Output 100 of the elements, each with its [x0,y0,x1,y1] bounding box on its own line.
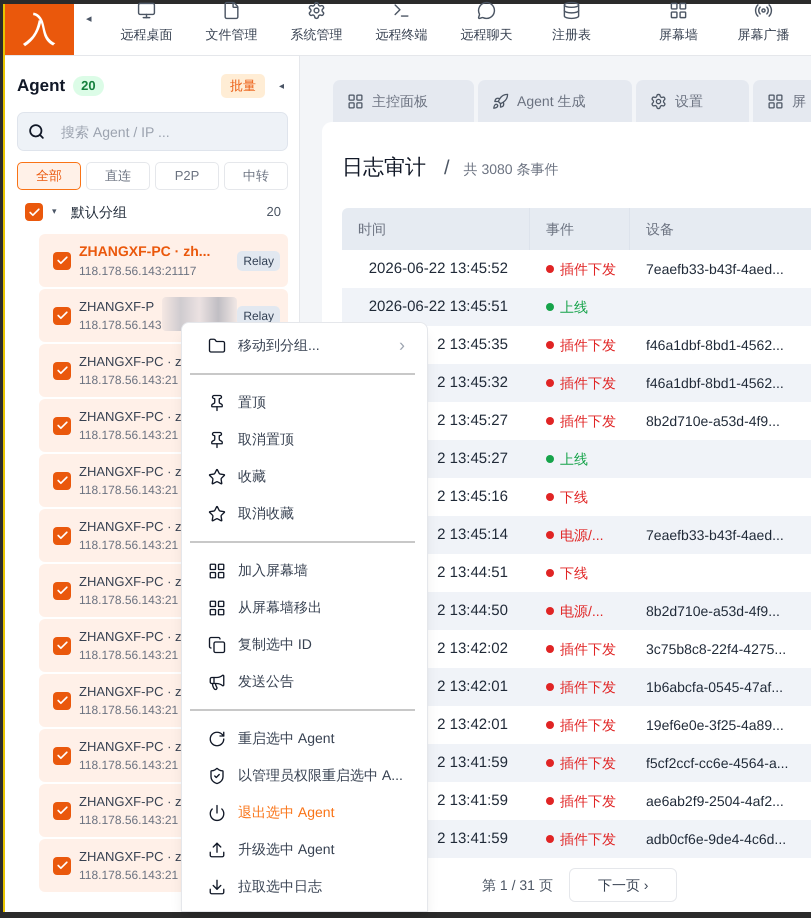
caret-icon[interactable]: ▾ [52,205,57,219]
agent-name: ZHANGXF-PC · z [79,738,182,756]
time-cell-text: 2 13:42:02 [437,638,508,659]
checkbox[interactable] [53,746,71,764]
time-cell-text: 2 13:42:01 [437,714,508,735]
checkbox[interactable] [53,472,71,490]
pin-icon [208,394,226,412]
time-cell-text: 2 13:44:51 [437,562,508,583]
grid-icon [208,562,226,580]
event-cell-text: 上线 [560,298,588,316]
device-cell: 7eaefb33-b43f-4aed... [646,260,784,276]
page-title: 日志审计 [342,155,426,181]
search-icon [28,123,45,140]
checkbox[interactable] [25,203,43,221]
event-cell-text: 插件下发 [560,792,616,810]
agent-name: ZHANGXF-PC · z [79,848,182,866]
event-cell-text: 插件下发 [560,716,616,734]
event-cell-text: 插件下发 [560,260,616,278]
agent-name: ZHANGXF-P [79,298,156,316]
next-page-button[interactable]: 下一页 › [568,868,678,902]
grid-icon [669,1,688,20]
device-cell: 8b2d710e-a53d-4f9... [646,602,780,618]
checkbox[interactable] [53,692,71,710]
grid-icon [347,92,364,110]
connection-badge: Relay [237,250,280,270]
nav-item[interactable]: 远程桌面 [104,4,189,55]
checkmark-icon [56,364,68,377]
checkbox[interactable] [53,582,71,600]
checkmark-icon [56,639,68,652]
time-cell-text: 2026-06-22 13:45:52 [368,258,508,279]
checkmark-icon [56,474,68,487]
agent-address: 118.178.56.143 [79,317,162,334]
checkbox[interactable] [53,362,71,380]
nav-item[interactable]: 屏幕墙 [636,4,721,55]
device-cell: 19ef6e0e-3f25-4a89... [646,716,784,732]
checkmark-icon [56,804,68,817]
time-cell-text: 2 13:45:32 [437,372,508,393]
checkbox[interactable] [53,416,71,434]
collapse-button[interactable]: ◂ [74,4,104,55]
checkmark-icon [56,419,68,432]
checkbox[interactable] [53,802,71,820]
device-cell: 7eaefb33-b43f-4aed... [646,526,784,542]
file-icon [222,1,241,20]
agent-name: ZHANGXF-PC · z [79,462,182,481]
filter-tab[interactable]: 中转 [224,162,288,190]
nav-item[interactable]: 系统管理 [274,4,359,55]
agent-row[interactable]: ZHANGXF-PC · zh... 118.178.56.143:21117 Relay [39,234,288,287]
grid-icon [208,598,226,616]
settings-icon [307,1,326,20]
download-icon [208,878,226,896]
group-count: 20 [266,203,281,222]
event-cell-text: 插件下发 [560,336,616,354]
agent-address: 118.178.56.143:21 [79,867,180,884]
agent-name: ZHANGXF-PC · z [79,352,182,371]
sidebar-title: Agent [17,75,66,98]
agent-name: ZHANGXF-PC · z [79,792,182,811]
nav-item[interactable]: 远程聊天 [444,4,529,55]
tab[interactable]: 设置 [636,80,749,122]
settings-icon [650,92,667,110]
checkbox[interactable] [53,252,71,270]
monitor-icon [137,1,156,20]
device-cell: 1b6abcfa-0545-47af... [646,678,783,694]
tab[interactable]: 主控面板 [333,80,474,122]
agent-address: 118.178.56.143:21 [79,757,180,774]
time-cell-text: 2 13:45:14 [437,524,508,545]
upload-icon [208,840,226,858]
agent-name: ZHANGXF-PC · z [79,682,182,701]
chevron-icon: › [399,332,405,359]
checkbox[interactable] [53,856,71,874]
agent-name: ZHANGXF-PC · zh... [79,242,210,261]
star-icon [208,504,226,522]
device-cell: 8b2d710e-a53d-4f9... [646,412,780,428]
filter-tab[interactable]: 直连 [86,162,150,190]
checkbox[interactable] [53,306,71,324]
event-cell-text: 下线 [560,488,588,506]
checkbox[interactable] [53,636,71,654]
time-cell-text: 2 13:41:59 [437,790,508,811]
nav-item[interactable]: 注册表 [529,4,614,55]
checkbox[interactable] [53,526,71,544]
time-cell-text: 2026-06-22 13:45:51 [368,296,508,317]
collapse-button[interactable]: ◂ [279,78,284,94]
event-cell-text: 下线 [560,564,588,582]
shield-check-icon [208,766,226,784]
filter-tab[interactable]: P2P [155,162,219,190]
time-cell-text: 2 13:42:01 [437,676,508,697]
rotate-icon [208,730,226,748]
nav-item[interactable]: 远程终端 [359,4,444,55]
tab[interactable]: Agent 生成 [478,80,632,122]
agent-address: 118.178.56.143:21 [79,647,180,664]
tab[interactable]: 屏 [753,80,811,122]
checkmark-icon [56,309,68,322]
chat-bubble-icon [477,1,496,20]
count-badge: 20 [73,76,104,96]
search-field[interactable]: 搜索 Agent / IP ... [17,112,288,151]
event-cell-text: 插件下发 [560,640,616,658]
checkmark-icon [28,206,40,218]
event-cell-text: 插件下发 [560,374,616,392]
nav-item[interactable]: 屏幕广播 [721,4,806,55]
nav-item[interactable]: 文件管理 [189,4,274,55]
pin-icon [208,430,226,448]
